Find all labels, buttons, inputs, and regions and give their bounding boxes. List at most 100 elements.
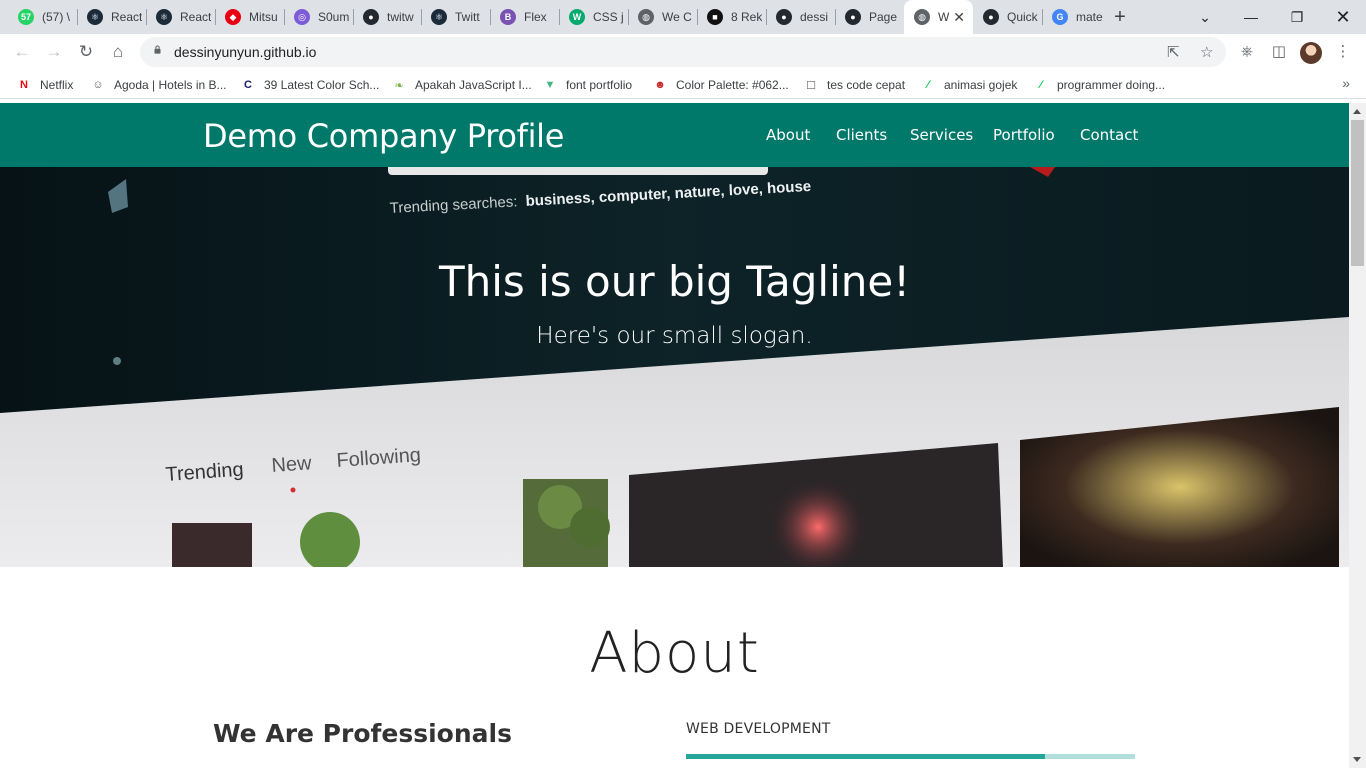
browser-tab[interactable]: ● dessi — [766, 4, 835, 30]
mitsubishi-icon: ◆ — [225, 9, 241, 25]
bookmark-item[interactable]: C 39 Latest Color Sch... — [240, 76, 379, 94]
browser-tab[interactable]: ◍ W ✕ — [904, 0, 973, 34]
google-icon: G — [1052, 9, 1068, 25]
close-tab-icon[interactable]: ✕ — [953, 9, 965, 26]
browser-tab[interactable]: ● Quick — [973, 4, 1042, 30]
bookmark-label: programmer doing... — [1057, 78, 1166, 92]
tab-separator — [353, 9, 354, 25]
bookmark-label: animasi gojek — [944, 78, 1018, 92]
hero-background-photo: Trending searches: business, computer, n… — [0, 167, 1349, 567]
browser-tab[interactable]: ⚛ React — [77, 4, 146, 30]
github-icon: ● — [983, 9, 999, 25]
bookmark-item[interactable]: N Netflix — [16, 76, 73, 94]
bookmark-item[interactable]: ☻ Color Palette: #062... — [652, 76, 789, 94]
codepen-icon: ∕ — [927, 79, 929, 91]
page-icon: ■ — [707, 9, 723, 25]
share-icon[interactable]: ⇱ — [1167, 43, 1180, 61]
profile-avatar[interactable] — [1300, 42, 1322, 64]
tab-separator — [284, 9, 285, 25]
browser-tab[interactable]: ◍ We C — [628, 4, 697, 30]
scroll-up-arrow-icon[interactable] — [1353, 109, 1361, 114]
tab-separator — [1042, 9, 1043, 25]
browser-tab[interactable]: ● twitw — [353, 4, 422, 30]
nav-clients[interactable]: Clients — [836, 126, 887, 144]
netflix-icon: N — [20, 79, 28, 91]
tab-title: Twitt — [455, 10, 480, 24]
browser-tab[interactable]: ◎ S0um — [284, 4, 353, 30]
side-panel-icon[interactable]: ◫ — [1267, 40, 1291, 64]
tab-title: React — [111, 10, 143, 24]
react-icon: ⚛ — [87, 9, 103, 25]
scroll-down-arrow-icon[interactable] — [1353, 757, 1361, 762]
tab-separator — [766, 9, 767, 25]
tab-separator — [697, 9, 698, 25]
tab-separator — [490, 9, 491, 25]
close-window-icon[interactable]: ✕ — [1320, 4, 1366, 30]
nav-about[interactable]: About — [766, 126, 810, 144]
hero-section: Trending searches: business, computer, n… — [0, 167, 1349, 567]
bookmark-item[interactable]: ∕ animasi gojek — [920, 76, 1017, 94]
tab-separator — [628, 9, 629, 25]
code-icon: ☐ — [806, 79, 816, 92]
bookmark-label: 39 Latest Color Sch... — [264, 78, 380, 92]
bootstrap-icon: B — [500, 9, 516, 25]
nav-services[interactable]: Services — [910, 126, 973, 144]
browser-tab[interactable]: Gmate — [1042, 4, 1111, 30]
bookmark-item[interactable]: ☺ Agoda | Hotels in B... — [90, 76, 227, 94]
photo-tab-new: New — [271, 452, 313, 477]
palette-icon: ☻ — [654, 79, 666, 91]
skill-progress-track — [686, 754, 1135, 759]
tab-title: twitw — [387, 10, 414, 24]
browser-tab[interactable]: B Flex — [490, 4, 559, 30]
tab-title: 8 Rek — [731, 10, 763, 24]
nav-portfolio[interactable]: Portfolio — [993, 126, 1055, 144]
bookmark-item[interactable]: ∕ programmer doing... — [1033, 76, 1165, 94]
tab-title: mate — [1076, 10, 1103, 24]
more-bookmarks-icon[interactable]: » — [1342, 75, 1350, 91]
tab-separator — [146, 9, 147, 25]
tab-title: W — [938, 10, 950, 24]
browser-tab[interactable]: ● Page — [835, 4, 904, 30]
bookmark-item[interactable]: ☐ tes code cepat — [803, 76, 905, 94]
globe-icon: ◍ — [638, 9, 654, 25]
bookmark-item[interactable]: ❧ Apakah JavaScript I... — [391, 76, 531, 94]
github-icon: ● — [363, 9, 379, 25]
tab-title: Quick — [1007, 10, 1038, 24]
address-bar[interactable]: dessinyunyun.github.io ⇱ ☆ — [140, 37, 1226, 67]
extensions-icon[interactable]: ⎈ — [1235, 40, 1259, 64]
leaf-icon: ❧ — [394, 79, 404, 92]
site-brand[interactable]: Demo Company Profile — [203, 117, 564, 155]
browser-tab[interactable]: 57 (57) \ — [8, 4, 77, 30]
nav-contact[interactable]: Contact — [1080, 126, 1138, 144]
browser-menu-icon[interactable]: ⋮ — [1331, 40, 1355, 64]
bookmark-item[interactable]: ▼ font portfolio — [542, 76, 633, 94]
react-icon: ⚛ — [431, 9, 447, 25]
reload-button[interactable]: ↻ — [74, 40, 98, 64]
tab-separator — [421, 9, 422, 25]
react-icon: ⚛ — [156, 9, 172, 25]
browser-tab[interactable]: ⚛ Twitt — [421, 4, 490, 30]
tab-search-icon[interactable]: ⌄ — [1182, 4, 1228, 30]
w3-icon: W — [569, 9, 585, 25]
bookmarks-bar: N Netflix ☺ Agoda | Hotels in B... C 39 Lates… — [0, 70, 1366, 99]
bookmark-label: font portfolio — [566, 78, 633, 92]
new-tab-button[interactable]: + — [1108, 5, 1132, 29]
browser-tab[interactable]: ■ 8 Rek — [697, 4, 766, 30]
home-button[interactable]: ⌂ — [106, 40, 130, 64]
tab-title: React — [180, 10, 212, 24]
bookmark-label: Agoda | Hotels in B... — [114, 78, 227, 92]
scrollbar-thumb[interactable] — [1351, 120, 1364, 266]
browser-tab[interactable]: ◆ Mitsu — [215, 4, 284, 30]
page-scrollbar[interactable] — [1349, 103, 1366, 768]
minimize-icon[interactable]: — — [1228, 4, 1274, 30]
url-text: dessinyunyun.github.io — [174, 44, 317, 60]
forward-button[interactable]: → — [42, 40, 66, 64]
back-button[interactable]: ← — [10, 40, 34, 64]
about-subtitle: We Are Professionals — [213, 719, 512, 748]
bookmark-label: tes code cepat — [827, 78, 906, 92]
colorhunt-icon: C — [244, 79, 252, 91]
restore-icon[interactable]: ❐ — [1274, 4, 1320, 30]
browser-tab[interactable]: W CSS j — [559, 4, 628, 30]
browser-tab[interactable]: ⚛ React — [146, 4, 215, 30]
bookmark-star-icon[interactable]: ☆ — [1200, 43, 1213, 61]
